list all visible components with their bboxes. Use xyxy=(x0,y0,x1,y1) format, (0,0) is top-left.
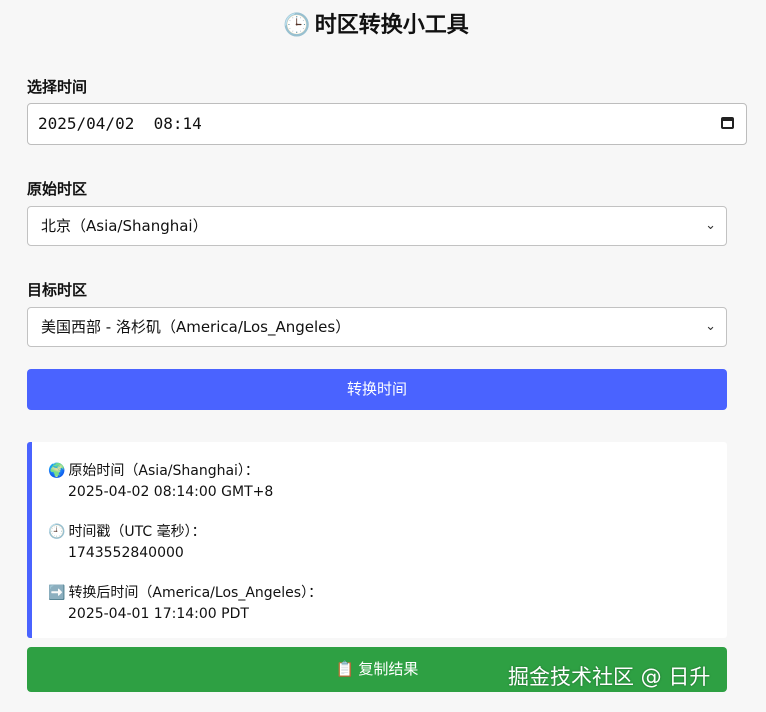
datetime-input[interactable]: 2025/04/02 08:14 xyxy=(27,103,747,145)
source-time-label-row: 🌍 原始时间（Asia/Shanghai）： xyxy=(48,461,273,482)
target-timezone-select[interactable]: 美国西部 - 洛杉矶（America/Los_Angeles） ⌄ xyxy=(27,307,727,347)
datetime-value: 2025/04/02 08:14 xyxy=(38,114,202,133)
source-time-value: 2025-04-02 08:14:00 GMT+8 xyxy=(68,484,274,500)
globe-icon: 🌍 xyxy=(48,463,66,479)
converted-time-block: ➡️ 转换后时间（America/Los_Angeles）： 2025-04-01… xyxy=(48,583,322,625)
timestamp-block: 🕘 时间戳（UTC 毫秒）： 1743552840000 xyxy=(48,522,206,564)
converted-time-value: 2025-04-01 17:14:00 PDT xyxy=(68,606,249,622)
timezone-converter-page: 🕒 时区转换小工具 选择时间 2025/04/02 08:14 原始时区 北京（A… xyxy=(0,0,766,712)
timestamp-label-row: 🕘 时间戳（UTC 毫秒）： xyxy=(48,522,206,543)
timestamp-value: 1743552840000 xyxy=(68,545,184,561)
right-arrow-icon: ➡️ xyxy=(48,585,66,601)
result-panel: 🌍 原始时间（Asia/Shanghai）： 2025-04-02 08:14:0… xyxy=(27,442,727,638)
watermark: 掘金技术社区 @ 日升 xyxy=(508,665,711,689)
converted-time-label-row: ➡️ 转换后时间（America/Los_Angeles）： xyxy=(48,583,322,604)
clock-icon: 🕒 xyxy=(283,13,311,38)
clock-icon: 🕘 xyxy=(48,524,66,540)
time-label: 选择时间 xyxy=(27,78,88,96)
source-timezone-label: 原始时区 xyxy=(27,180,88,198)
timestamp-label: 时间戳（UTC 毫秒）： xyxy=(68,524,206,540)
source-time-block: 🌍 原始时间（Asia/Shanghai）： 2025-04-02 08:14:0… xyxy=(48,461,273,503)
chevron-down-icon: ⌄ xyxy=(705,218,716,233)
source-timezone-select[interactable]: 北京（Asia/Shanghai） ⌄ xyxy=(27,206,727,246)
page-title-text: 时区转换小工具 xyxy=(314,13,469,38)
converted-time-label: 转换后时间（America/Los_Angeles）： xyxy=(68,585,323,601)
target-timezone-value: 美国西部 - 洛杉矶（America/Los_Angeles） xyxy=(41,318,351,336)
convert-button[interactable]: 转换时间 xyxy=(27,369,727,410)
chevron-down-icon: ⌄ xyxy=(705,319,716,334)
target-timezone-label: 目标时区 xyxy=(27,281,88,299)
source-timezone-value: 北京（Asia/Shanghai） xyxy=(41,217,208,235)
page-title: 🕒 时区转换小工具 xyxy=(0,10,752,42)
copy-result-label: 复制结果 xyxy=(358,660,419,678)
clipboard-icon: 📋 xyxy=(335,660,355,678)
calendar-icon[interactable] xyxy=(721,117,734,129)
source-time-label: 原始时间（Asia/Shanghai）： xyxy=(68,463,259,479)
